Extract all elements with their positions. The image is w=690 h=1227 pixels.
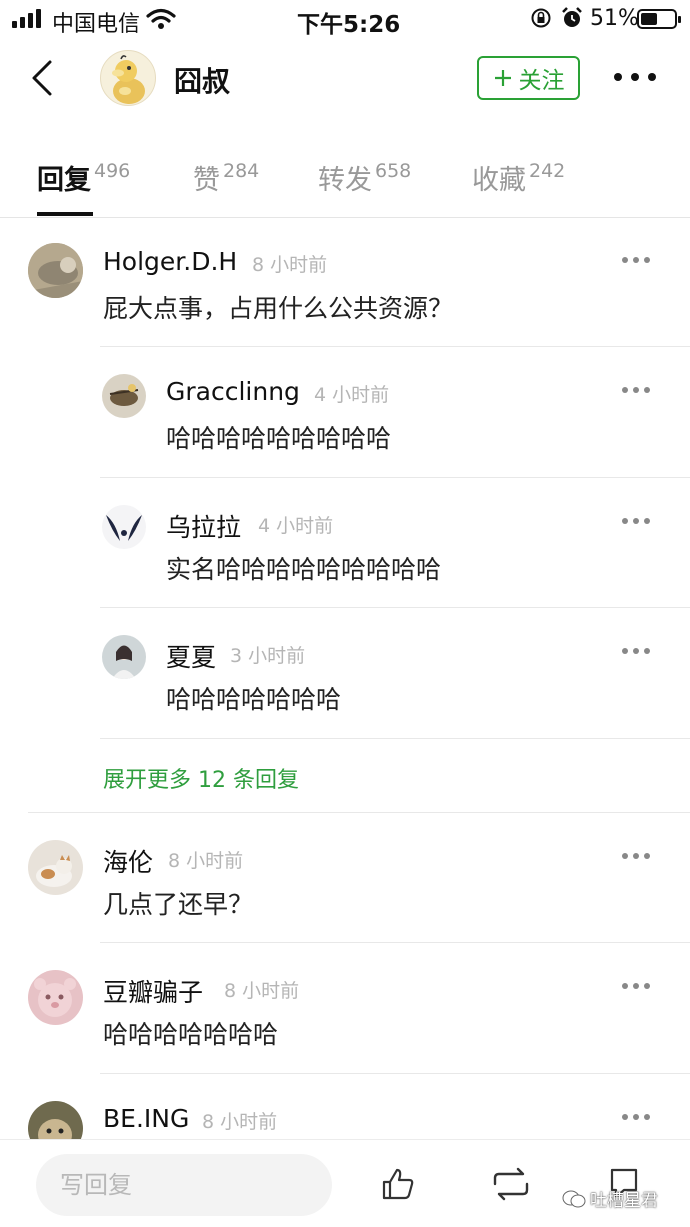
divider [28,812,690,813]
reply-time: 3 小时前 [230,645,306,667]
watermark-text: 吐槽星君 [590,1191,658,1211]
more-options-icon[interactable] [612,64,658,90]
username[interactable]: 囧叔 [174,60,230,100]
tab-count: 658 [375,160,412,182]
more-options-icon[interactable] [621,1112,651,1122]
divider [100,738,690,739]
status-time: 下午5:26 [297,12,401,38]
more-options-icon[interactable] [621,646,651,656]
more-options-icon[interactable] [621,851,651,861]
tab-label: 赞 [193,165,220,196]
back-arrow-icon[interactable] [26,56,66,100]
tab-label: 收藏 [472,165,526,196]
reply-text: 哈哈哈哈哈哈哈哈哈 [166,424,392,453]
comment-time: 8 小时前 [224,980,300,1002]
more-options-icon[interactable] [621,981,651,991]
avatar[interactable] [102,374,146,418]
avatar[interactable] [28,840,83,895]
wechat-icon [562,1190,586,1207]
tab-reposts[interactable]: 转发 658 [318,158,411,197]
like-icon[interactable] [378,1164,418,1204]
avatar[interactable] [28,243,83,298]
more-options-icon[interactable] [621,516,651,526]
user-avatar[interactable] [100,50,156,106]
tab-likes[interactable]: 赞 284 [193,158,259,197]
comment-author[interactable]: 海伦 [103,843,153,879]
bottom-toolbar: 写回复 吐槽星君 [0,1139,690,1227]
divider [100,607,690,608]
divider [100,346,690,347]
follow-button[interactable]: 关注 [477,56,580,100]
avatar[interactable] [102,505,146,549]
reply-author[interactable]: 乌拉拉 [166,508,241,544]
avatar[interactable] [28,970,83,1025]
more-options-icon[interactable] [621,385,651,395]
tab-label: 转发 [318,165,372,196]
comment-text: 几点了还早？ [103,890,254,919]
battery-percent: 51% [590,6,639,31]
comment-time: 8 小时前 [168,850,244,872]
comment-time: 8 小时前 [252,254,328,276]
plus-icon [494,70,511,86]
reply-author[interactable]: 夏夏 [166,638,216,674]
comment-author[interactable]: Holger.D.H [103,247,237,276]
battery-icon [637,9,681,29]
orientation-lock-icon [531,8,551,28]
signal-icon [12,8,41,28]
comment-text: 哈哈哈哈哈哈哈 [103,1020,279,1049]
reply-text: 哈哈哈哈哈哈哈 [166,685,342,714]
active-tab-indicator [37,212,93,216]
reply-input[interactable]: 写回复 [36,1154,332,1216]
avatar[interactable] [102,635,146,679]
comment-author[interactable]: 豆瓣骗子 [103,973,203,1009]
follow-label: 关注 [518,68,565,94]
watermark: 吐槽星君 [562,1186,658,1211]
reply-text: 实名哈哈哈哈哈哈哈哈哈 [166,555,442,584]
tab-favorites[interactable]: 收藏 242 [472,158,565,197]
status-bar: 中国电信 下午5:26 51% [0,0,690,40]
divider [100,477,690,478]
carrier-name: 中国电信 [52,12,141,37]
tab-count: 496 [94,160,131,182]
tab-replies[interactable]: 回复 496 [37,158,130,197]
alarm-icon [562,7,582,27]
tab-count: 242 [529,160,566,182]
divider [100,942,690,943]
comment-text: 屁大点事，占用什么公共资源？ [103,294,454,323]
divider [100,1073,690,1074]
reply-author[interactable]: Gracclinng [166,377,300,406]
comment-time: 8 小时前 [202,1111,278,1133]
more-options-icon[interactable] [621,255,651,265]
wifi-icon [146,8,176,29]
reply-time: 4 小时前 [314,384,390,406]
tab-label: 回复 [37,165,91,196]
expand-replies-link[interactable]: 展开更多 12 条回复 [103,762,299,794]
reply-time: 4 小时前 [258,515,334,537]
divider [0,217,690,218]
tab-count: 284 [223,160,260,182]
repost-icon[interactable] [489,1164,533,1204]
comment-author[interactable]: BE.ING [103,1104,189,1133]
